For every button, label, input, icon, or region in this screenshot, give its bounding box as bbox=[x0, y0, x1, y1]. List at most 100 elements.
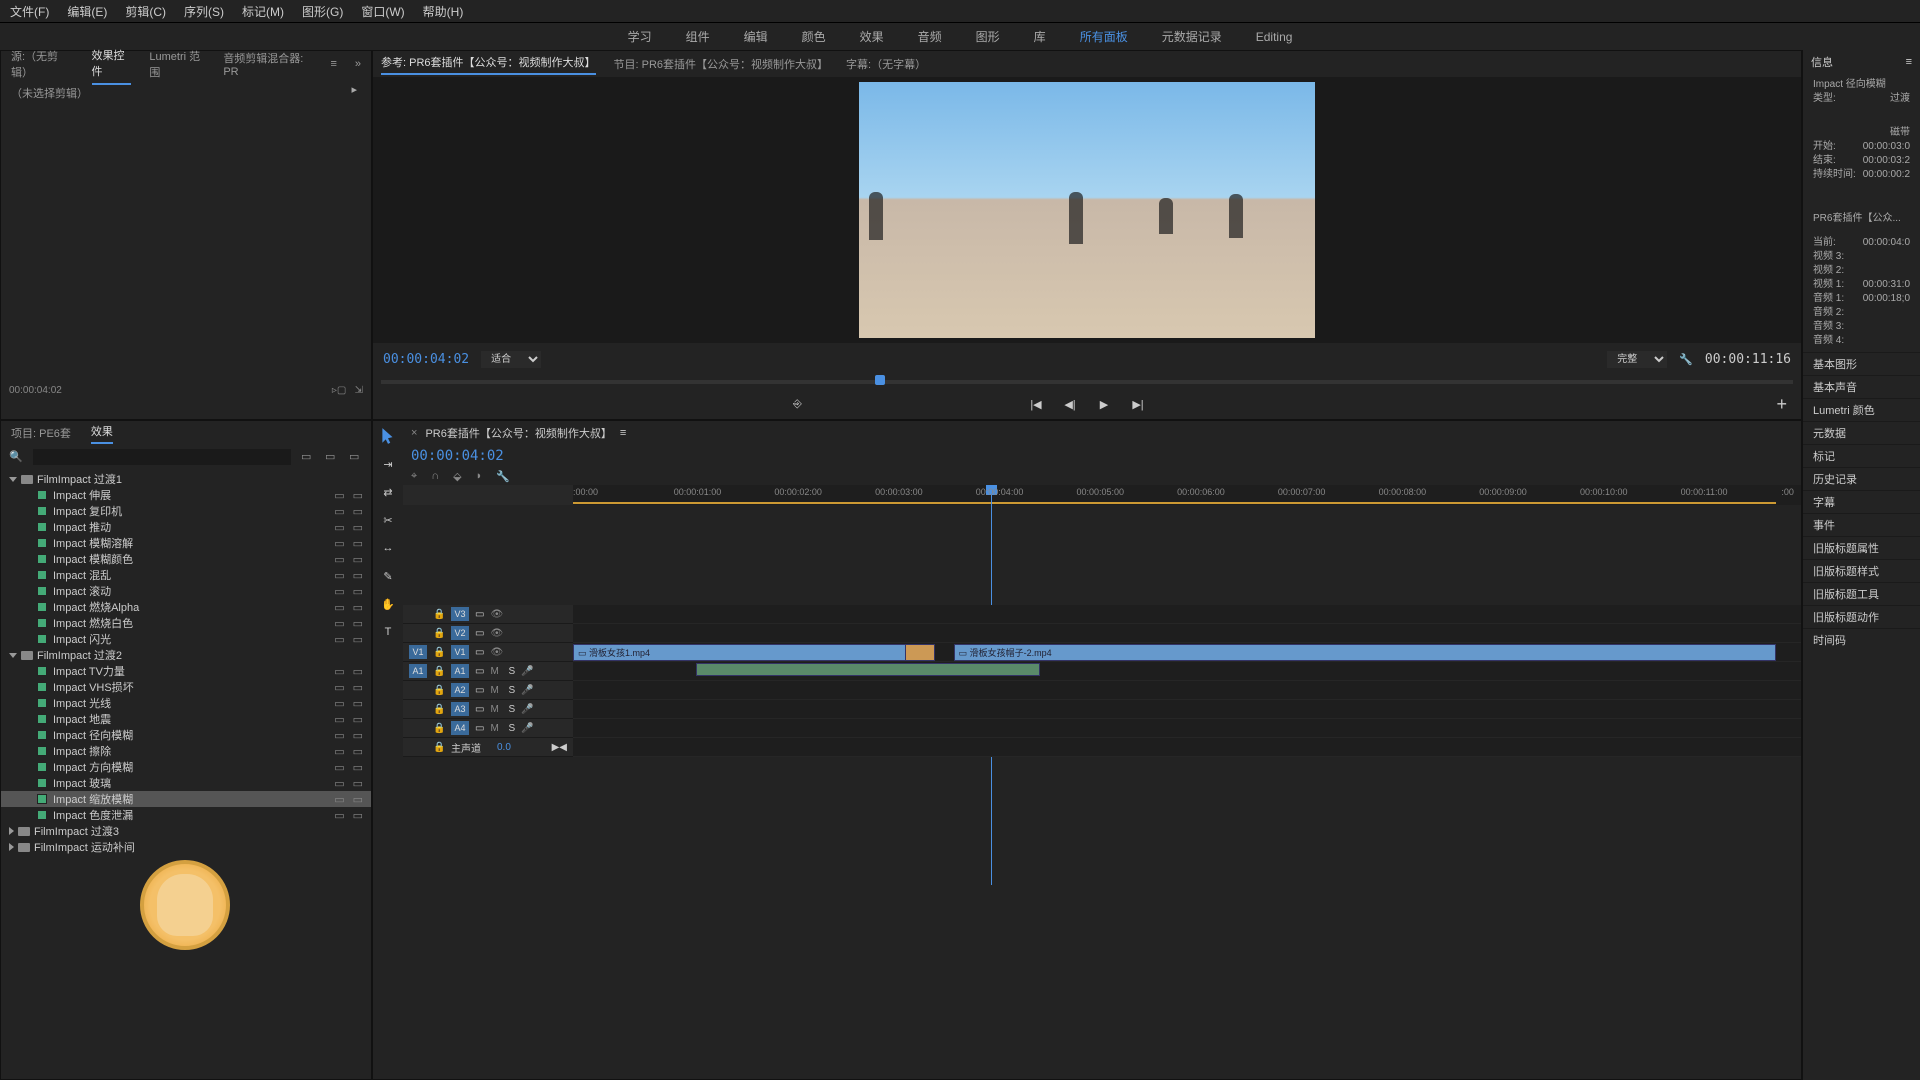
audio-track-header[interactable]: A1🔒A1▭MS🎤 bbox=[403, 662, 573, 681]
wrench-icon[interactable]: 🔧 bbox=[496, 470, 510, 483]
workspace-tab[interactable]: 图形 bbox=[976, 28, 1000, 45]
video-clip[interactable]: ▭ 滑板女孩1.mp4 bbox=[573, 644, 929, 661]
tree-item[interactable]: Impact 燃烧白色▭▭ bbox=[1, 615, 371, 631]
timeline-timecode[interactable]: 00:00:04:02 bbox=[411, 448, 504, 464]
workspace-tab[interactable]: 组件 bbox=[686, 28, 710, 45]
program-tab[interactable]: 节目: PR6套插件【公众号：视频制作大叔】 bbox=[614, 56, 829, 72]
tree-item[interactable]: Impact 燃烧Alpha▭▭ bbox=[1, 599, 371, 615]
workspace-tab[interactable]: 所有面板 bbox=[1080, 28, 1128, 45]
video-track-header[interactable]: 🔒V2▭👁 bbox=[403, 624, 573, 643]
step-back-icon[interactable]: ◀| bbox=[1062, 396, 1078, 412]
panel-tab[interactable]: 标记 bbox=[1803, 444, 1920, 467]
preset-bin-icon-3[interactable]: ▭ bbox=[349, 450, 363, 464]
panel-tab[interactable]: 旧版标题动作 bbox=[1803, 605, 1920, 628]
program-scrubber[interactable] bbox=[381, 375, 1793, 389]
razor-tool-icon[interactable]: ✂ bbox=[379, 511, 397, 529]
tree-item[interactable]: Impact 径向模糊▭▭ bbox=[1, 727, 371, 743]
tree-item[interactable]: Impact 闪光▭▭ bbox=[1, 631, 371, 647]
effects-search-input[interactable] bbox=[33, 449, 291, 465]
tree-item[interactable]: Impact 光线▭▭ bbox=[1, 695, 371, 711]
panel-tab[interactable]: 基本声音 bbox=[1803, 375, 1920, 398]
linked-selection-icon[interactable]: ∩ bbox=[431, 470, 439, 482]
panel-menu-icon[interactable]: ≡ bbox=[1906, 56, 1912, 68]
preset-bin-icon[interactable]: ▭ bbox=[301, 450, 315, 464]
type-tool-icon[interactable]: T bbox=[379, 623, 397, 641]
workspace-tab[interactable]: 颜色 bbox=[802, 28, 826, 45]
zoom-left-select[interactable]: 适合 bbox=[481, 351, 541, 368]
menu-item[interactable]: 窗口(W) bbox=[361, 3, 404, 20]
tree-item[interactable]: Impact 推动▭▭ bbox=[1, 519, 371, 535]
audio-track-header[interactable]: 🔒A3▭MS🎤 bbox=[403, 700, 573, 719]
tree-folder[interactable]: FilmImpact 过渡3 bbox=[1, 823, 371, 839]
tree-item[interactable]: Impact 方向模糊▭▭ bbox=[1, 759, 371, 775]
workspace-tab[interactable]: 编辑 bbox=[744, 28, 768, 45]
sequence-tab[interactable]: PR6套插件【公众号：视频制作大叔】 bbox=[425, 425, 611, 441]
menu-item[interactable]: 序列(S) bbox=[184, 3, 224, 20]
tree-item[interactable]: Impact 复印机▭▭ bbox=[1, 503, 371, 519]
tree-item[interactable]: Impact 模糊溶解▭▭ bbox=[1, 535, 371, 551]
menu-item[interactable]: 图形(G) bbox=[302, 3, 343, 20]
panel-tab[interactable]: 旧版标题工具 bbox=[1803, 582, 1920, 605]
tree-item[interactable]: Impact VHS损坏▭▭ bbox=[1, 679, 371, 695]
master-track-header[interactable]: 🔒主声道0.0▶◀ bbox=[403, 738, 573, 757]
reference-tab[interactable]: 参考: PR6套插件【公众号：视频制作大叔】 bbox=[381, 54, 596, 75]
marker-icon[interactable]: ⬙ bbox=[453, 470, 461, 483]
audio-lane[interactable] bbox=[573, 681, 1801, 700]
zoom-right-select[interactable]: 完整 bbox=[1607, 351, 1667, 368]
settings-icon[interactable]: 🔧 bbox=[1679, 353, 1693, 366]
timeline-ruler[interactable]: :00:0000:00:01:0000:00:02:0000:00:03:000… bbox=[573, 485, 1801, 505]
pen-tool-icon[interactable]: ✎ bbox=[379, 567, 397, 585]
menu-item[interactable]: 剪辑(C) bbox=[125, 3, 166, 20]
tree-item[interactable]: Impact 色度泄漏▭▭ bbox=[1, 807, 371, 823]
audio-lane[interactable] bbox=[573, 662, 1801, 681]
video-track-header[interactable]: 🔒V3▭👁 bbox=[403, 605, 573, 624]
tree-folder[interactable]: FilmImpact 运动补间 bbox=[1, 839, 371, 855]
add-button-icon[interactable]: + bbox=[1776, 394, 1787, 415]
snap-icon[interactable]: ⌖ bbox=[411, 470, 417, 483]
tab-menu-icon[interactable]: ≡ bbox=[620, 427, 626, 439]
panel-tab[interactable]: 旧版标题属性 bbox=[1803, 536, 1920, 559]
tree-folder[interactable]: FilmImpact 过渡2 bbox=[1, 647, 371, 663]
project-tab[interactable]: 效果 bbox=[91, 423, 113, 444]
tree-item[interactable]: Impact 玻璃▭▭ bbox=[1, 775, 371, 791]
caption-tab[interactable]: 字幕:（无字幕） bbox=[846, 56, 926, 72]
tree-folder[interactable]: FilmImpact 过渡1 bbox=[1, 471, 371, 487]
play-icon[interactable]: ▶ bbox=[1096, 396, 1112, 412]
menu-item[interactable]: 帮助(H) bbox=[423, 3, 464, 20]
menu-item[interactable]: 标记(M) bbox=[242, 3, 284, 20]
workspace-tab[interactable]: 元数据记录 bbox=[1162, 28, 1222, 45]
audio-track-header[interactable]: 🔒A2▭MS🎤 bbox=[403, 681, 573, 700]
track-select-tool-icon[interactable]: ⇥ bbox=[379, 455, 397, 473]
video-track-header[interactable]: V1🔒V1▭👁 bbox=[403, 643, 573, 662]
panel-tab[interactable]: 事件 bbox=[1803, 513, 1920, 536]
hand-tool-icon[interactable]: ✋ bbox=[379, 595, 397, 613]
video-preview[interactable] bbox=[373, 77, 1801, 343]
overflow-icon[interactable]: » bbox=[355, 58, 361, 70]
menu-item[interactable]: 编辑(E) bbox=[67, 3, 107, 20]
program-tc-left[interactable]: 00:00:04:02 bbox=[383, 352, 469, 367]
source-menu-icon[interactable]: ≡ bbox=[330, 58, 336, 70]
audio-lane[interactable] bbox=[573, 700, 1801, 719]
workspace-tab[interactable]: 库 bbox=[1034, 28, 1046, 45]
tree-item[interactable]: Impact 缩放模糊▭▭ bbox=[1, 791, 371, 807]
panel-tab[interactable]: 字幕 bbox=[1803, 490, 1920, 513]
panel-tab[interactable]: 元数据 bbox=[1803, 421, 1920, 444]
expand-icon[interactable]: ▸ bbox=[351, 83, 357, 96]
panel-tab[interactable]: 时间码 bbox=[1803, 628, 1920, 651]
insert-icon[interactable]: ◗ bbox=[476, 470, 483, 482]
video-lane[interactable]: ▭ 滑板女孩1.mp4▭ 滑板女孩帽子-2.mp4 bbox=[573, 643, 1801, 662]
mark-in-icon[interactable]: ⎆ bbox=[793, 398, 802, 411]
workspace-tab[interactable]: 效果 bbox=[860, 28, 884, 45]
tree-item[interactable]: Impact 伸展▭▭ bbox=[1, 487, 371, 503]
project-tab[interactable]: 项目: PE6套 bbox=[11, 425, 71, 441]
transition-clip[interactable] bbox=[905, 644, 935, 661]
video-lane[interactable] bbox=[573, 624, 1801, 643]
workspace-tab[interactable]: 音频 bbox=[918, 28, 942, 45]
panel-tab[interactable]: 基本图形 bbox=[1803, 352, 1920, 375]
panel-tab[interactable]: 旧版标题样式 bbox=[1803, 559, 1920, 582]
tree-item[interactable]: Impact 滚动▭▭ bbox=[1, 583, 371, 599]
go-to-out-icon[interactable]: ▶| bbox=[1130, 396, 1146, 412]
menu-item[interactable]: 文件(F) bbox=[10, 3, 49, 20]
ripple-tool-icon[interactable]: ⇄ bbox=[379, 483, 397, 501]
audio-lane[interactable] bbox=[573, 719, 1801, 738]
